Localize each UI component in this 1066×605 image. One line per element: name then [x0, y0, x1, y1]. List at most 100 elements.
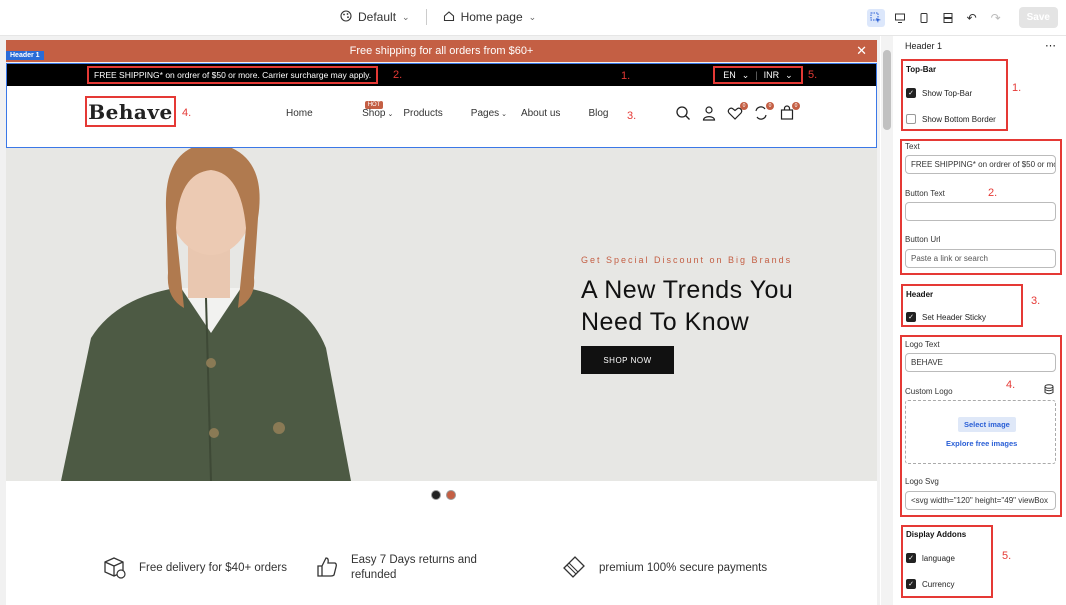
show-topbar-checkbox[interactable]: ✓ Show Top-Bar [906, 88, 972, 98]
show-bottom-border-checkbox[interactable]: Show Bottom Border [906, 114, 996, 124]
slider-dots [431, 490, 456, 500]
section-tag[interactable]: Header 1 [6, 51, 44, 60]
mobile-view-icon[interactable] [915, 9, 933, 27]
page-label: Home page [460, 10, 523, 24]
panel-annotation-3: 3. [1031, 295, 1041, 307]
button-text-input[interactable] [905, 202, 1056, 221]
button-url-input[interactable]: Paste a link or search [905, 249, 1056, 268]
nav-item-products[interactable]: Products [403, 108, 442, 119]
user-icon[interactable] [701, 105, 717, 121]
toolbar-divider [425, 9, 427, 25]
editor-toolbar: Default ⌄ Home page ⌄ ↶ ↷ Save [0, 0, 1066, 36]
feature-text: Free delivery for $40+ orders [139, 562, 287, 574]
page-selector[interactable]: Home page ⌄ [443, 10, 537, 25]
shop-now-button[interactable]: SHOP NOW [581, 346, 674, 374]
compare-icon[interactable]: 0 [753, 102, 774, 121]
logo-text-input[interactable]: BEHAVE [905, 353, 1056, 372]
button-text-label: Button Text [905, 189, 945, 198]
feature-text: premium 100% secure payments [598, 562, 768, 574]
wishlist-icon[interactable]: 0 [727, 102, 748, 121]
explore-images-link[interactable]: Explore free images [946, 439, 1017, 448]
nav-item-pages-label: Pages [470, 108, 500, 119]
checkbox-checked-icon: ✓ [906, 579, 916, 589]
panel-annotation-2: 2. [988, 187, 998, 199]
chevron-down-icon: ⌄ [402, 11, 410, 22]
cart-icon[interactable]: 0 [779, 102, 800, 121]
palette-icon [340, 9, 352, 25]
logo-box[interactable]: Behave [85, 96, 176, 127]
feature-item: premium 100% secure payments [561, 554, 767, 583]
card-icon [561, 554, 587, 583]
nav-item-shop[interactable]: HOT Shop ⌄ [341, 101, 393, 119]
logo-svg-input[interactable]: <svg width="120" height="49" viewBox [905, 491, 1056, 510]
checkbox-checked-icon: ✓ [906, 88, 916, 98]
hero-title: A New Trends You Need To Know [581, 274, 841, 338]
topbar-text-input[interactable]: FREE SHIPPING* on ordrer of $50 or more.… [905, 155, 1056, 174]
header-icons: 0 0 0 [675, 102, 800, 121]
panel-annotation-4: 4. [1006, 379, 1016, 391]
hero-slider: Get Special Discount on Big Brands A New… [6, 148, 877, 481]
canvas-scrollbar[interactable] [881, 36, 893, 605]
template-label: Default [358, 10, 397, 24]
addons-heading: Display Addons [906, 530, 967, 539]
logo-svg-label: Logo Svg [905, 477, 939, 486]
nav-item-home[interactable]: Home [286, 108, 313, 119]
sticky-header-label: Set Header Sticky [922, 312, 987, 322]
undo-icon[interactable]: ↶ [963, 9, 981, 27]
nav-item-shop-label: Shop [362, 108, 386, 119]
annotation-3: 3. [627, 110, 637, 122]
language-checkbox[interactable]: ✓ language [906, 553, 955, 563]
template-selector[interactable]: Default ⌄ [340, 9, 410, 25]
feature-text: Easy 7 Days returns and refunded [350, 554, 477, 581]
select-image-button[interactable]: Select image [958, 417, 1016, 432]
hero-title-line1: A New Trends You [581, 276, 794, 304]
currency-select[interactable]: INR [764, 70, 780, 80]
layers-icon[interactable] [939, 9, 957, 27]
search-icon[interactable] [675, 105, 691, 121]
topbar-heading: Top-Bar [906, 65, 937, 74]
checkbox-unchecked-icon [906, 114, 916, 124]
select-tool-icon[interactable] [866, 8, 885, 27]
slider-dot-1[interactable] [431, 490, 441, 500]
button-url-label: Button Url [905, 235, 941, 244]
language-select[interactable]: EN [723, 70, 736, 80]
features-list: Free delivery for $40+ orders Easy 7 Day… [101, 553, 767, 583]
section-tag-label: Header 1 [10, 52, 40, 59]
close-icon[interactable]: ✕ [856, 43, 867, 59]
logo-dropzone[interactable]: Select image Explore free images [905, 400, 1056, 464]
hero-subtitle: Get Special Discount on Big Brands [581, 255, 793, 265]
top-bar-text: FREE SHIPPING* on ordrer of $50 or more.… [87, 66, 379, 84]
logo-text-label: Logo Text [905, 340, 940, 349]
announcement-bar[interactable]: Free shipping for all orders from $60+ ✕ [6, 40, 877, 62]
desktop-view-icon[interactable] [891, 9, 909, 27]
sticky-header-checkbox[interactable]: ✓ Set Header Sticky [906, 312, 986, 322]
scrollbar-thumb[interactable] [883, 50, 891, 130]
home-icon [443, 10, 455, 25]
features-section: Free delivery for $40+ orders Easy 7 Day… [6, 481, 877, 605]
header-heading: Header [906, 290, 934, 299]
nav-item-about[interactable]: About us [521, 108, 560, 119]
nav-item-blog[interactable]: Blog [588, 108, 608, 119]
annotation-5: 5. [808, 69, 818, 81]
save-button[interactable]: Save [1018, 7, 1058, 28]
panel-annotation-1: 1. [1012, 82, 1022, 94]
custom-logo-label: Custom Logo [905, 387, 953, 396]
show-topbar-label: Show Top-Bar [922, 88, 973, 98]
panel-title: Header 1 [905, 41, 943, 51]
text-label: Text [905, 142, 920, 151]
annotation-2: 2. [393, 69, 403, 81]
language-currency-switcher[interactable]: EN ⌄ | INR ⌄ [713, 66, 803, 84]
nav-item-pages[interactable]: Pages ⌄ [471, 108, 507, 119]
chevron-down-icon: ⌄ [528, 11, 537, 22]
more-options-icon[interactable]: ⋯ [1045, 39, 1056, 52]
slider-dot-2[interactable] [446, 490, 456, 500]
currency-checkbox[interactable]: ✓ Currency [906, 579, 954, 589]
database-icon[interactable] [1044, 384, 1054, 397]
header-section[interactable]: FREE SHIPPING* on ordrer of $50 or more.… [6, 63, 877, 148]
redo-icon[interactable]: ↷ [987, 9, 1005, 27]
annotation-4: 4. [182, 107, 192, 119]
checkbox-checked-icon: ✓ [906, 312, 916, 322]
logo: Behave [88, 99, 173, 124]
hero-title-line2: Need To Know [581, 308, 750, 336]
chevron-down-icon: ⌄ [785, 69, 793, 80]
